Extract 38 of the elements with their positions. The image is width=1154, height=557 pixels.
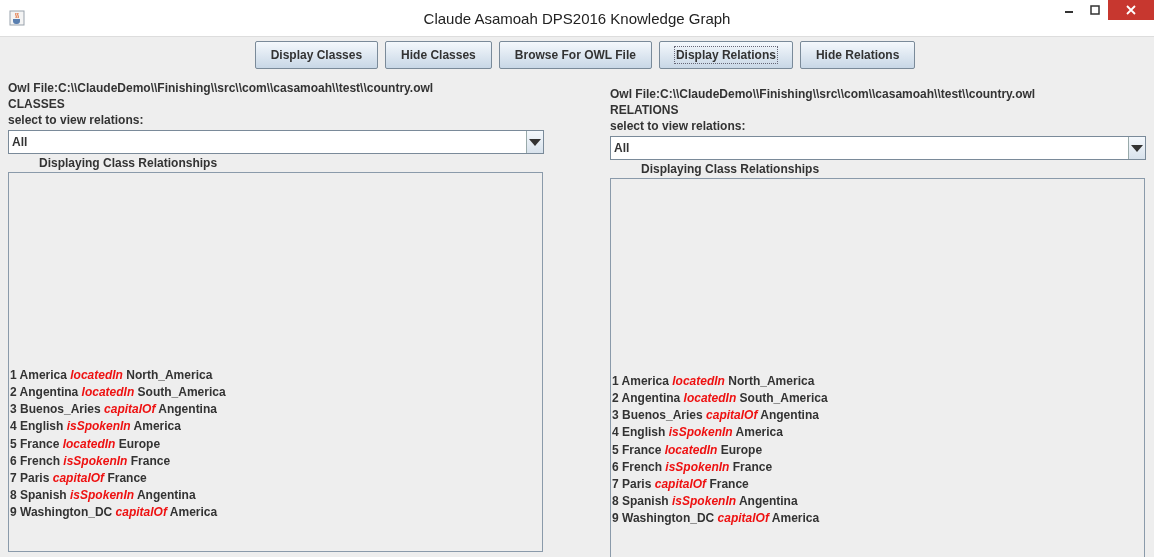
- relation-row: 4 English isSpokenIn America: [9, 418, 181, 436]
- relation-row: 7 Paris capitalOf France: [611, 475, 749, 493]
- relation-row: 5 France locatedIn Europe: [611, 441, 763, 459]
- owl-file-path: Owl File:C:\\ClaudeDemo\\Finishing\\src\\com\\casamoah\\test\\country.owl: [610, 86, 1037, 102]
- owl-file-path: Owl File:C:\\ClaudeDemo\\Finishing\\src\\com\\casamoah\\test\\country.owl: [8, 80, 435, 96]
- panel-heading: CLASSES: [8, 96, 66, 112]
- relation-row: 4 English isSpokenIn America: [611, 424, 783, 442]
- relation-dropdown[interactable]: All: [610, 136, 1146, 160]
- relation-dropdown[interactable]: All: [8, 130, 544, 154]
- relation-row: 9 Washington_DC capitalOf America: [9, 503, 218, 521]
- dropdown-arrow-icon: [1131, 144, 1143, 152]
- relation-row: 9 Washington_DC capitalOf America: [611, 509, 820, 527]
- toolbar-button[interactable]: Display Classes: [254, 41, 379, 69]
- java-cup-icon: [9, 10, 25, 26]
- relation-row: 2 Angentina locatedIn South_America: [9, 384, 226, 402]
- dropdown-arrow-icon: [529, 138, 541, 146]
- toolbar-button[interactable]: Hide Relations: [799, 41, 916, 69]
- toolbar-button[interactable]: Browse For OWL File: [498, 41, 652, 69]
- close-icon: [1126, 5, 1136, 15]
- toolbar-button[interactable]: Display Relations: [658, 41, 793, 69]
- relation-row: 6 French isSpokenIn France: [611, 458, 773, 476]
- relation-row: 8 Spanish isSpokenIn Angentina: [9, 486, 196, 504]
- relation-row: 2 Angentina locatedIn South_America: [611, 390, 828, 408]
- relation-row: 1 America locatedIn North_America: [9, 367, 213, 385]
- list-title: Displaying Class Relationships: [640, 161, 821, 177]
- panel-heading: RELATIONS: [610, 102, 680, 118]
- select-label: select to view relations:: [8, 112, 145, 128]
- relation-row: 1 America locatedIn North_America: [611, 373, 815, 391]
- relation-row: 5 France locatedIn Europe: [9, 435, 161, 453]
- relation-row: 7 Paris capitalOf France: [9, 469, 147, 487]
- maximize-icon: [1090, 5, 1100, 15]
- list-title: Displaying Class Relationships: [38, 155, 219, 171]
- select-label: select to view relations:: [610, 118, 747, 134]
- window-title: Claude Asamoah DPS2016 Knowledge Graph: [423, 9, 731, 27]
- close-button[interactable]: [1108, 0, 1154, 20]
- relation-row: 8 Spanish isSpokenIn Angentina: [611, 492, 798, 510]
- toolbar-button[interactable]: Hide Classes: [385, 41, 492, 69]
- relation-row: 6 French isSpokenIn France: [9, 452, 171, 470]
